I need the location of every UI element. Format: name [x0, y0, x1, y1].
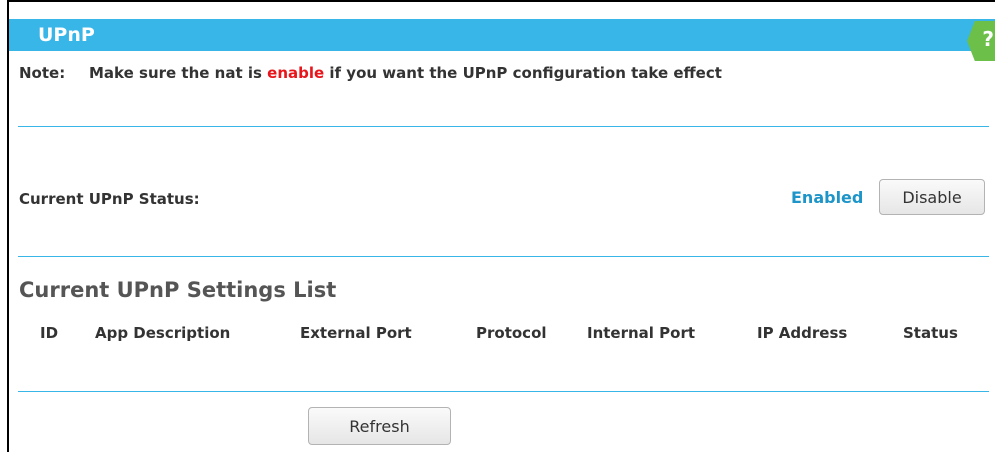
column-header-external-port: External Port [300, 324, 412, 342]
question-mark-icon[interactable]: ? [982, 27, 994, 51]
divider [18, 256, 989, 257]
page-title: UPnP [38, 24, 95, 46]
note-text-after: if you want the UPnP configuration take … [324, 64, 722, 82]
status-value: Enabled [791, 188, 864, 207]
disable-button[interactable]: Disable [879, 179, 985, 215]
upnp-panel: UPnP ? Note: Make sure the nat is enable … [7, 0, 995, 452]
note-highlight: enable [267, 64, 325, 82]
column-header-status: Status [903, 324, 958, 342]
column-header-id: ID [40, 324, 59, 342]
status-label: Current UPnP Status: [19, 190, 200, 208]
refresh-button[interactable]: Refresh [308, 407, 451, 445]
divider [18, 126, 989, 127]
settings-list-heading: Current UPnP Settings List [19, 278, 337, 302]
column-header-internal-port: Internal Port [587, 324, 696, 342]
column-header-app-description: App Description [95, 324, 231, 342]
note-text-before: Make sure the nat is [89, 64, 268, 82]
column-header-ip-address: IP Address [757, 324, 848, 342]
column-header-protocol: Protocol [476, 324, 547, 342]
note-label: Note: [19, 64, 66, 82]
note-message: Note: Make sure the nat is enable if you … [19, 64, 722, 82]
title-bar: UPnP [9, 19, 995, 51]
divider [18, 391, 989, 392]
